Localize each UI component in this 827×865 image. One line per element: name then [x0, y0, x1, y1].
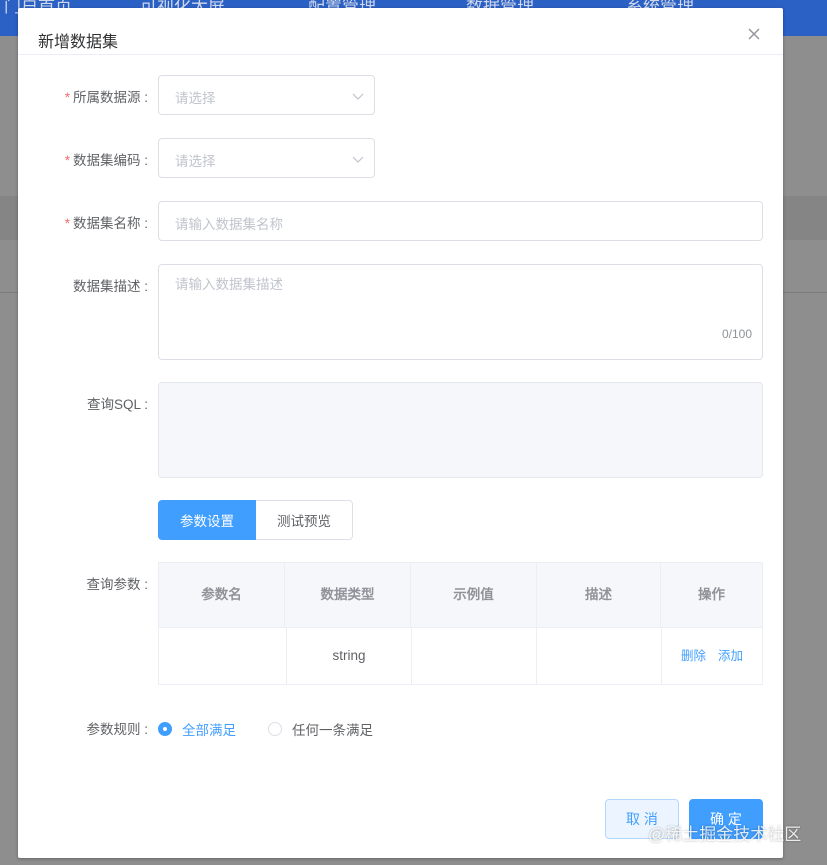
required-mark: *: [64, 90, 70, 105]
radio-checked-icon: [158, 722, 172, 736]
radio-unchecked-icon: [268, 722, 282, 736]
tab-param-settings[interactable]: 参数设置: [158, 500, 256, 540]
column-header-param-name: 参数名: [159, 563, 285, 627]
param-table: 参数名 数据类型 示例值 描述 操作 string 删除 添加: [158, 562, 763, 685]
dataset-code-placeholder: 请选择: [175, 154, 216, 169]
chevron-down-icon: [352, 90, 364, 102]
dataset-name-label: * 数据集名称 :: [64, 216, 148, 231]
example-cell[interactable]: [412, 628, 537, 684]
column-header-actions: 操作: [698, 587, 725, 602]
param-name-cell[interactable]: [159, 628, 287, 684]
radio-any-satisfied[interactable]: 任何一条满足: [268, 719, 373, 739]
table-header: 参数名 数据类型 示例值 描述 操作: [159, 563, 762, 628]
tab-test-preview[interactable]: 测试预览: [256, 500, 353, 540]
data-type-cell[interactable]: string: [287, 628, 412, 684]
dataset-desc-label: 数据集描述 :: [72, 279, 148, 294]
char-counter: 0/100: [721, 327, 752, 341]
description-cell[interactable]: [537, 628, 662, 684]
actions-cell: 删除 添加: [662, 628, 762, 684]
dataset-code-select[interactable]: 请选择: [158, 138, 375, 178]
column-header-description: 描述: [537, 563, 661, 627]
radio-all-satisfied[interactable]: 全部满足: [158, 719, 236, 739]
delete-link[interactable]: 删除: [681, 649, 706, 663]
radio-all-label: 全部满足: [182, 723, 236, 738]
datasource-label: * 所属数据源 :: [64, 90, 148, 105]
watermark: @稀土掘金技术社区: [648, 825, 802, 844]
dataset-name-input[interactable]: 请输入数据集名称: [158, 201, 763, 241]
close-icon[interactable]: [744, 24, 764, 44]
radio-any-label: 任何一条满足: [292, 723, 373, 738]
dialog-header-divider: [18, 54, 783, 55]
dataset-desc-placeholder: 请输入数据集描述: [175, 277, 283, 292]
required-mark: *: [64, 216, 70, 231]
query-sql-editor[interactable]: [158, 382, 763, 478]
dataset-code-label: * 数据集编码 :: [64, 153, 148, 168]
datasource-select[interactable]: 请选择: [158, 75, 375, 115]
datasource-placeholder: 请选择: [175, 91, 216, 106]
add-dataset-dialog: 新增数据集 * 所属数据源 : 请选择 * 数据集编码 : 请选择 * 数据集名称 :…: [18, 8, 783, 858]
query-params-label: 查询参数 :: [86, 577, 148, 592]
column-header-data-type: 数据类型: [285, 563, 411, 627]
column-header-example: 示例值: [411, 563, 537, 627]
dialog-title: 新增数据集: [38, 34, 119, 51]
dataset-name-placeholder: 请输入数据集名称: [175, 217, 283, 232]
query-sql-label: 查询SQL :: [86, 397, 148, 412]
dataset-desc-textarea[interactable]: 请输入数据集描述 0/100: [158, 264, 763, 360]
chevron-down-icon: [352, 153, 364, 165]
add-link[interactable]: 添加: [718, 649, 743, 663]
param-rule-label: 参数规则 :: [86, 722, 148, 737]
required-mark: *: [64, 153, 70, 168]
